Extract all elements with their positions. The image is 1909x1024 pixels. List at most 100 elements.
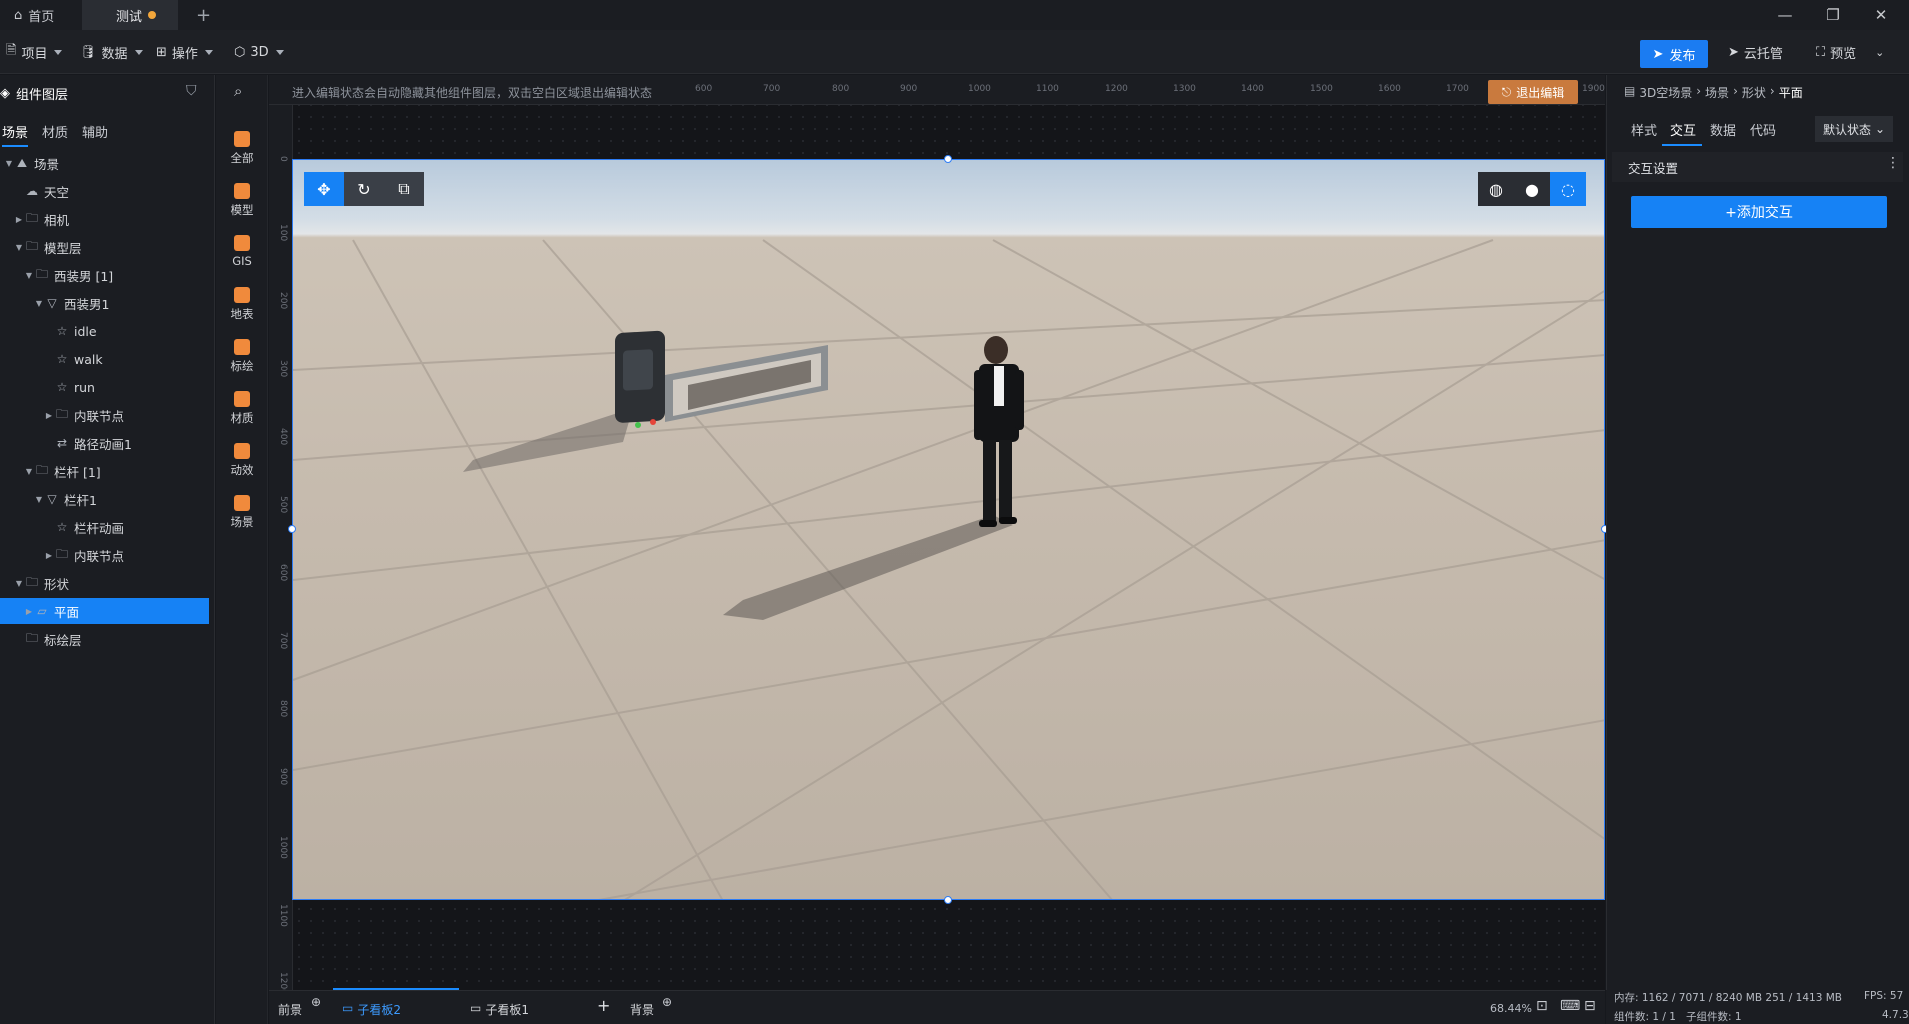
terminal-icon[interactable]: ⊟	[1584, 998, 1596, 1014]
resize-handle-bottom[interactable]	[944, 896, 952, 904]
database-icon: 🛢	[80, 44, 97, 60]
expand-down-icon[interactable]: ▼	[34, 495, 44, 504]
tab-code[interactable]: 代码	[1750, 120, 1776, 139]
restore-button[interactable]: ❐	[1810, 0, 1856, 30]
move-icon[interactable]: ✥	[304, 172, 344, 206]
tree-item[interactable]: ▼ 🗀 西装男 [1]	[0, 262, 209, 288]
tool-button[interactable]: 标绘	[216, 339, 268, 374]
zoom-level: 68.44%	[1490, 1002, 1532, 1015]
breadcrumb-item[interactable]: 场景	[1705, 84, 1729, 101]
tool-button[interactable]: 模型	[216, 183, 268, 218]
state-select[interactable]: 默认状态 ⌄	[1815, 116, 1893, 142]
publish-button[interactable]: ➤ 发布	[1640, 40, 1708, 68]
tree-item[interactable]: ▶ 🗀 内联节点	[0, 542, 209, 568]
menu-project[interactable]: 🗎 项目	[6, 40, 63, 64]
section-title: 交互设置	[1628, 161, 1679, 176]
tree-item[interactable]: ▶ 🗀 内联节点	[0, 402, 209, 428]
tree-item[interactable]: ▼ ▽ 栏杆1	[0, 486, 209, 512]
chevron-down-icon	[275, 49, 284, 55]
fps-status: FPS: 57	[1864, 990, 1904, 1002]
tree-item[interactable]: ▶ ▱ 平面	[0, 598, 209, 624]
new-tab-button[interactable]: +	[182, 0, 211, 30]
expand-down-icon[interactable]: ▼	[4, 159, 14, 168]
tool-button[interactable]: 材质	[216, 391, 268, 426]
resize-handle-left[interactable]	[288, 525, 296, 533]
tab-background[interactable]: 背景	[630, 1001, 654, 1018]
sphere-icon[interactable]: ●	[1514, 172, 1550, 206]
more-icon[interactable]: ⋮	[1886, 155, 1900, 171]
tab-board-2[interactable]: ▭ 子看板2	[342, 1001, 401, 1018]
expand-down-icon[interactable]: ▼	[34, 299, 44, 308]
ruler-tick-label: 1400	[1241, 84, 1264, 94]
chevron-down-icon	[134, 49, 143, 55]
tool-button[interactable]: 动效	[216, 443, 268, 478]
tool-button[interactable]: 全部	[216, 131, 268, 166]
tree-item[interactable]: 🗀 标绘层	[0, 626, 209, 652]
keyboard-icon[interactable]: ⌨	[1560, 998, 1580, 1014]
rotate-icon[interactable]: ↻	[344, 172, 384, 206]
folder-icon: 🗀	[35, 462, 48, 477]
tab-assist[interactable]: 辅助	[82, 122, 108, 141]
tree-item[interactable]: ▼ ⛰ 场景	[0, 150, 209, 176]
tab-foreground[interactable]: 前景	[278, 1001, 302, 1018]
expand-down-icon[interactable]: ▼	[24, 271, 34, 280]
tab-data[interactable]: 数据	[1710, 120, 1736, 139]
filter-icon[interactable]: ⛉	[186, 83, 197, 99]
tab-style[interactable]: 样式	[1631, 120, 1657, 139]
tree-item[interactable]: ▼ ▽ 西装男1	[0, 290, 209, 316]
tree-item[interactable]: ☆ idle	[0, 318, 209, 344]
add-foreground-icon[interactable]: ⊕	[311, 995, 321, 1009]
expand-right-icon[interactable]: ▶	[24, 607, 34, 616]
expand-down-icon[interactable]: ▼	[24, 467, 34, 476]
tree-item[interactable]: ▼ 🗀 模型层	[0, 234, 209, 260]
add-interaction-button[interactable]: +添加交互	[1631, 196, 1887, 228]
resize-handle-top[interactable]	[944, 155, 952, 163]
menu-data[interactable]: 🛢 数据	[80, 40, 143, 64]
tab-scene[interactable]: 场景	[2, 122, 29, 147]
globe-icon[interactable]: ◍	[1478, 172, 1514, 206]
expand-right-icon[interactable]: ▶	[44, 411, 54, 420]
close-button[interactable]: ✕	[1858, 0, 1904, 30]
tool-button[interactable]: GIS	[216, 235, 268, 268]
tree-item[interactable]: ⇄ 路径动画1	[0, 430, 209, 456]
add-board-icon[interactable]: +	[597, 996, 610, 1015]
tree-item[interactable]: ☁ 天空	[0, 178, 209, 204]
tree-item[interactable]: ▶ 🗀 相机	[0, 206, 209, 232]
board-icon: ▭	[470, 1001, 482, 1015]
menu-operation[interactable]: ⊞ 操作	[156, 40, 213, 64]
tree-item-label: run	[74, 379, 95, 395]
tab-material[interactable]: 材质	[42, 122, 68, 141]
tree-item[interactable]: ☆ 栏杆动画	[0, 514, 209, 540]
expand-right-icon[interactable]: ▶	[14, 215, 24, 224]
tab-home[interactable]: ⌂ 首页	[0, 0, 82, 30]
expand-right-icon[interactable]: ▶	[44, 551, 54, 560]
scene-graphic	[293, 239, 1604, 899]
tree-item[interactable]: ▼ 🗀 栏杆 [1]	[0, 458, 209, 484]
home-icon: ⌂	[14, 7, 23, 23]
menu-3d[interactable]: ⬡ 3D	[234, 40, 284, 64]
tab-board-1[interactable]: ▭ 子看板1	[470, 1001, 529, 1018]
cloud-hosting-button[interactable]: ➤ 云托管	[1728, 40, 1783, 64]
fit-screen-icon[interactable]: ⊡	[1536, 998, 1548, 1014]
add-background-icon[interactable]: ⊕	[662, 995, 672, 1009]
tool-button[interactable]: 地表	[216, 287, 268, 322]
tree-item[interactable]: ☆ walk	[0, 346, 209, 372]
ruler-tick-label: 1000	[968, 84, 991, 94]
exit-edit-button[interactable]: ⎋ 退出编辑	[1488, 80, 1578, 104]
tool-button[interactable]: 场景	[216, 495, 268, 530]
expand-down-icon[interactable]: ▼	[14, 579, 24, 588]
scene-viewport[interactable]: ✥ ↻ ⧉ ◍ ● ◌	[292, 159, 1605, 900]
tree-item[interactable]: ▼ 🗀 形状	[0, 570, 209, 596]
search-icon[interactable]: ⌕	[234, 82, 242, 100]
minimize-button[interactable]: —	[1762, 0, 1808, 30]
preview-button[interactable]: ⛶ 预览 ⌄	[1816, 40, 1884, 64]
tree-item[interactable]: ☆ run	[0, 374, 209, 400]
expand-down-icon[interactable]: ▼	[14, 243, 24, 252]
scale-icon[interactable]: ⧉	[384, 172, 424, 206]
breadcrumb-item[interactable]: 3D空场景	[1639, 84, 1692, 101]
breadcrumb-item[interactable]: 形状	[1742, 84, 1766, 101]
orbit-icon[interactable]: ◌	[1550, 172, 1586, 206]
ruler-tick-label: 900	[278, 768, 288, 786]
tab-interaction[interactable]: 交互	[1670, 120, 1696, 139]
tab-test[interactable]: 测试	[82, 0, 178, 30]
